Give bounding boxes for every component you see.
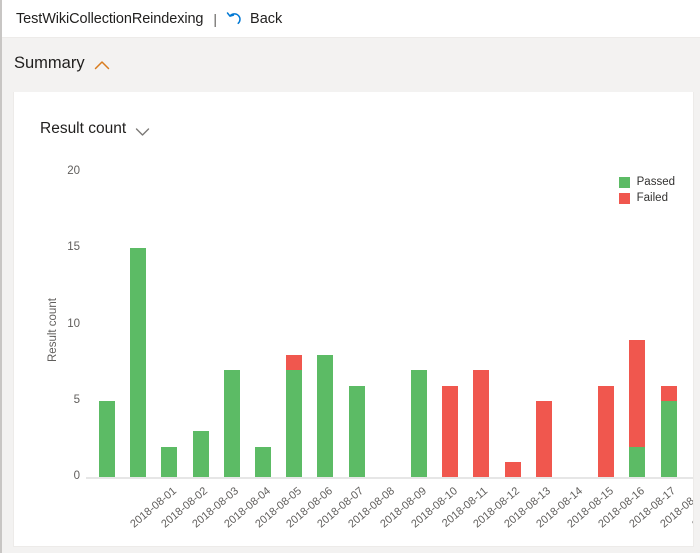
breadcrumb: TestWikiCollectionReindexing | Back [2, 0, 700, 38]
y-axis-tick-10: 10 [67, 317, 80, 330]
chevron-up-icon[interactable] [94, 58, 110, 69]
summary-card: Result count Passed Failed Result count 0… [13, 92, 694, 547]
summary-title: Summary [14, 53, 85, 72]
bar-segment-passed[interactable] [317, 355, 334, 477]
bar-segment-passed[interactable] [629, 446, 646, 477]
bar-2018-08-18[interactable] [629, 339, 646, 477]
y-axis-tick-0: 0 [73, 470, 80, 482]
bar-2018-08-15[interactable] [535, 400, 552, 477]
bar-2018-08-17[interactable] [598, 385, 615, 477]
bar-2018-08-05[interactable] [223, 370, 240, 477]
bar-segment-failed[interactable] [660, 385, 677, 401]
bar-2018-08-14[interactable] [504, 461, 521, 477]
back-label: Back [250, 10, 283, 27]
y-axis-tick-20: 20 [67, 165, 80, 177]
bar-segment-passed[interactable] [411, 370, 427, 477]
page-title: TestWikiCollectionReindexing [16, 10, 204, 27]
bar-2018-08-09[interactable] [348, 385, 365, 477]
summary-section-header[interactable]: Summary [2, 38, 700, 88]
bar-segment-passed[interactable] [255, 446, 271, 477]
bar-2018-08-01[interactable] [99, 400, 115, 477]
bar-segment-failed[interactable] [535, 400, 552, 477]
bar-segment-passed[interactable] [161, 446, 178, 477]
bar-2018-08-04[interactable] [192, 431, 209, 477]
bar-2018-08-19[interactable] [660, 385, 677, 477]
y-axis-tick-5: 5 [73, 393, 80, 406]
bar-segment-failed[interactable] [286, 355, 303, 371]
x-axis-baseline [86, 477, 693, 479]
bar-2018-08-06[interactable] [255, 446, 271, 477]
bar-2018-08-03[interactable] [161, 446, 178, 477]
bar-segment-failed[interactable] [473, 370, 490, 477]
bar-2018-08-08[interactable] [317, 355, 334, 477]
bar-segment-failed[interactable] [504, 461, 521, 477]
bar-segment-passed[interactable] [223, 370, 240, 477]
bar-segment-passed[interactable] [130, 248, 147, 477]
bar-segment-failed[interactable] [598, 385, 615, 477]
bar-2018-08-02[interactable] [130, 248, 147, 477]
bar-segment-failed[interactable] [442, 385, 459, 477]
bar-2018-08-07[interactable] [286, 355, 303, 477]
y-axis-title: Result count [47, 298, 59, 362]
bar-segment-passed[interactable] [192, 431, 209, 477]
page-root: TestWikiCollectionReindexing | Back Summ… [0, 0, 700, 553]
bar-2018-08-12[interactable] [442, 385, 459, 477]
undo-arrow-icon [226, 11, 243, 27]
bar-2018-08-13[interactable] [473, 370, 490, 477]
bar-segment-failed[interactable] [629, 339, 646, 447]
bar-segment-passed[interactable] [286, 370, 303, 477]
bar-chart: Result count 0 5 10 15 20 2018-08-01 2018-08-02… [14, 92, 693, 546]
breadcrumb-separator: | [213, 10, 218, 27]
bar-segment-passed[interactable] [348, 385, 365, 477]
bar-segment-passed[interactable] [99, 400, 115, 477]
bar-2018-08-11[interactable] [411, 370, 427, 477]
y-axis-tick-15: 15 [67, 241, 80, 254]
bar-segment-passed[interactable] [660, 400, 677, 477]
back-button[interactable]: Back [226, 11, 282, 27]
